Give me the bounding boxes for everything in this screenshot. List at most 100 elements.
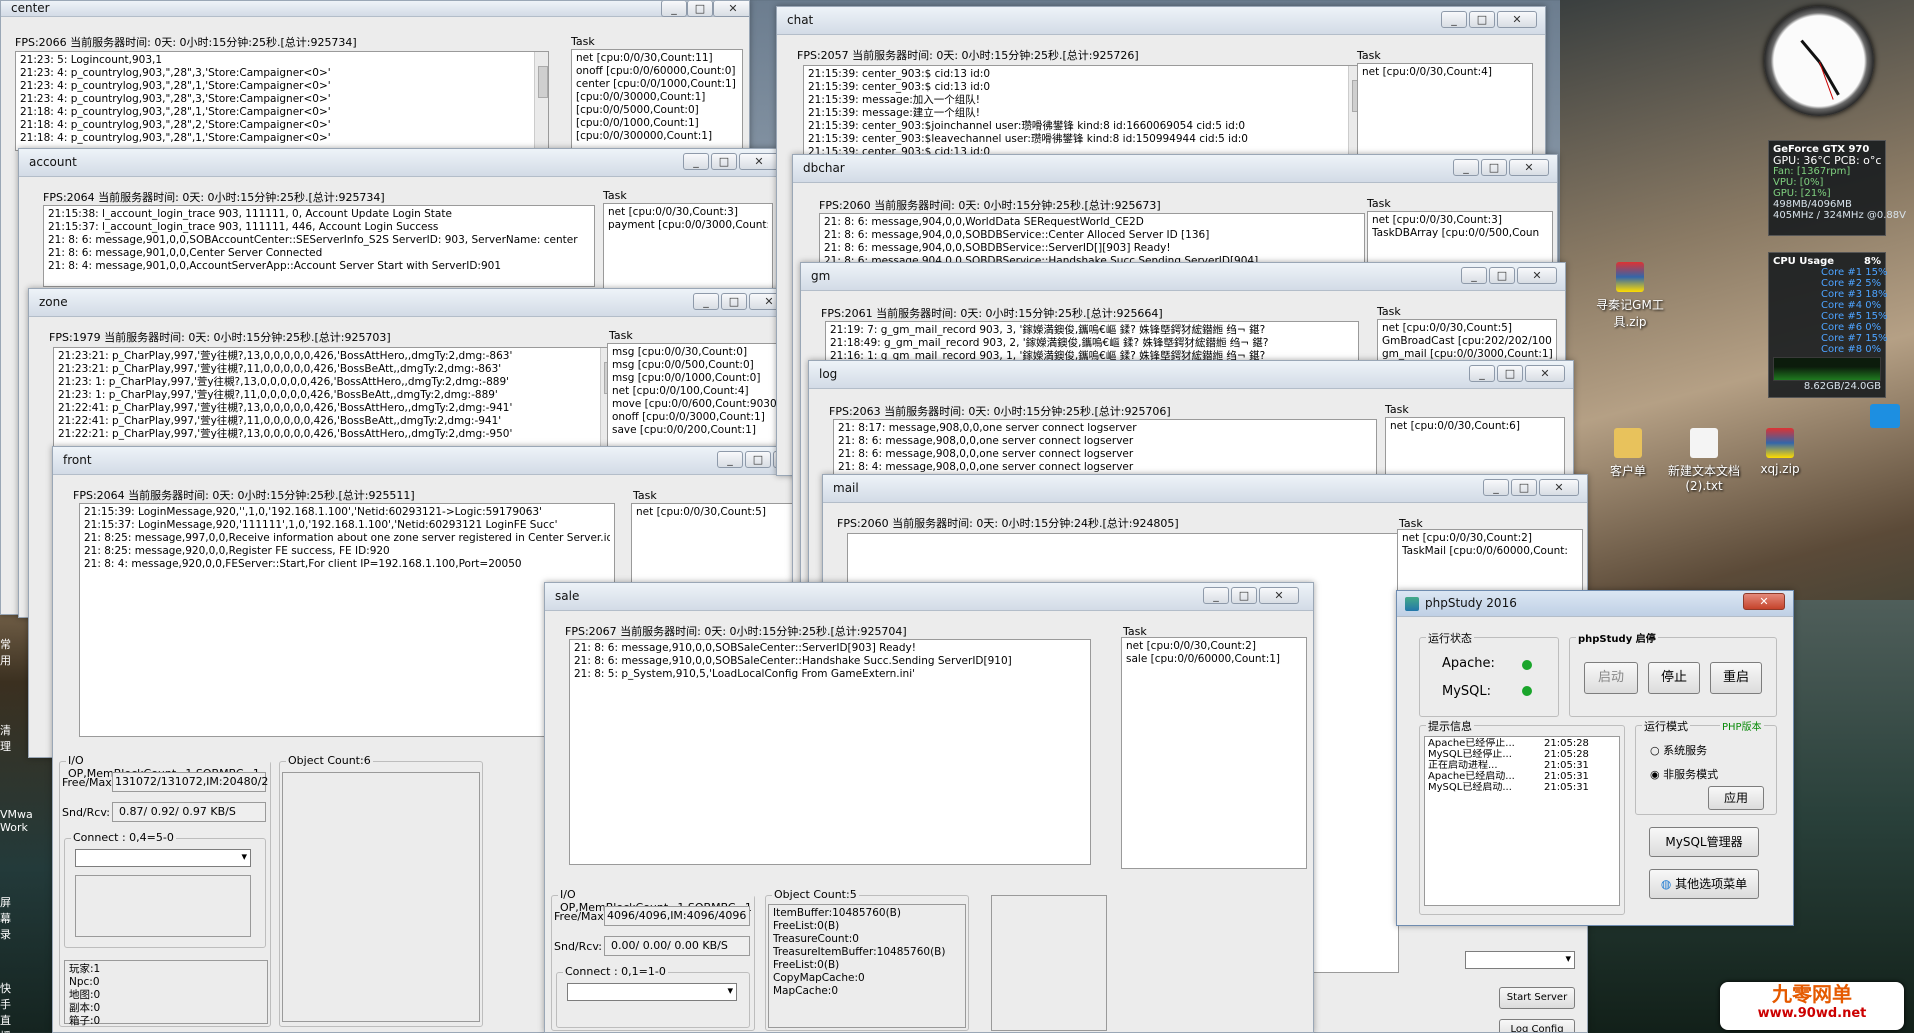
connect-dropdown[interactable]	[75, 849, 251, 867]
close-button[interactable]: ✕	[1525, 365, 1565, 382]
close-button[interactable]: ✕	[713, 1, 749, 17]
object-group: Object Count:6	[279, 754, 483, 1027]
desktop-icon-client[interactable]: 客户单	[1588, 428, 1668, 479]
object-group: Object Count:5 ItemBuffer:10485760(B) Fre…	[765, 888, 969, 1031]
minimize-button[interactable]: _	[1469, 365, 1495, 382]
task-list[interactable]: net [cpu:0/0/30,Count:11] onoff [cpu:0/0/…	[571, 49, 743, 153]
stop-button[interactable]: 停止	[1648, 662, 1700, 694]
hint-list[interactable]: Apache已经停止... 21:05:28 MySQL已经停止... 21:05:2…	[1424, 736, 1620, 906]
object-line: TreasureCount:0	[773, 933, 859, 945]
close-button[interactable]: ✕	[739, 153, 777, 170]
maximize-button[interactable]: □	[711, 153, 737, 170]
task-list[interactable]: net [cpu:0/0/30,Count:4]	[1357, 63, 1533, 159]
maximize-button[interactable]: □	[1497, 365, 1523, 382]
close-button[interactable]: ✕	[1517, 267, 1557, 284]
left-icon-label[interactable]: 屏幕录	[0, 894, 20, 942]
task-list[interactable]: net [cpu:0/0/30,Count:3] TaskDBArray [cpu…	[1367, 211, 1553, 267]
object-list[interactable]: ItemBuffer:10485760(B) FreeList:0(B) Treas…	[768, 904, 966, 1028]
task-list[interactable]: net [cpu:0/0/30,Count:6]	[1385, 417, 1565, 475]
task-line: payment [cpu:0/0/3000,Count:1	[608, 219, 768, 231]
desktop-icon-gmtool[interactable]: 寻秦记GM工具.zip	[1590, 262, 1670, 330]
mode-nonservice-radio[interactable]: ◉ 非服务模式	[1650, 766, 1718, 782]
task-list[interactable]: net [cpu:0/0/30,Count:5] GmBroadCast [cpu…	[1377, 319, 1557, 365]
maximize-button[interactable]: □	[1231, 587, 1257, 604]
minimize-button[interactable]: _	[1441, 11, 1467, 28]
log-list[interactable]: 21:15:39: center_903:$ cid:13 id:0 21:15:…	[803, 65, 1363, 158]
task-line: net [cpu:0/0/30,Count:3]	[1372, 214, 1502, 226]
left-icon-label[interactable]: 清理	[0, 722, 20, 754]
minimize-button[interactable]: _	[661, 1, 687, 17]
maximize-button[interactable]: □	[687, 1, 713, 17]
start-button[interactable]: 启动	[1584, 662, 1638, 694]
mode-system-radio[interactable]: ○ 系统服务	[1650, 742, 1707, 758]
maximize-button[interactable]: □	[1511, 479, 1537, 496]
apply-button[interactable]: 应用	[1708, 786, 1764, 810]
scrollbar[interactable]	[534, 52, 548, 150]
gpu-vpu: VPU: [0%]	[1773, 177, 1824, 188]
log-config-button[interactable]: Log Config	[1499, 1019, 1575, 1032]
minimize-button[interactable]: _	[1483, 479, 1509, 496]
task-lines: net [cpu:0/0/30,Count:5] GmBroadCast [cpu…	[1382, 322, 1552, 361]
desktop-icon-textfile[interactable]: 新建文本文档(2).txt	[1664, 428, 1744, 493]
log-line: 21:22:41: p_CharPlay,997,'萱y往槻?,13,0,0,0…	[58, 402, 513, 414]
fps-status: FPS:1979 当前服务器时间: 0天: 0小时:15分钟:25秒.[总计:9…	[49, 331, 391, 344]
maximize-button[interactable]: □	[1489, 267, 1515, 284]
task-list[interactable]: msg [cpu:0/0/30,Count:0] msg [cpu:0/0/500…	[607, 343, 783, 451]
log-line: 21: 8: 4: message,901,0,0,AccountServerA…	[48, 260, 502, 272]
php-version-link[interactable]: PHP版本	[1720, 718, 1764, 733]
log-list[interactable]: 21: 8: 6: message,910,0,0,SOBSaleCenter:…	[569, 639, 1091, 865]
maximize-button[interactable]: □	[745, 451, 771, 468]
maximize-button[interactable]: □	[1469, 11, 1495, 28]
log-list[interactable]: 21:23:21: p_CharPlay,997,'萱y往槻?,13,0,0,0…	[53, 347, 615, 451]
task-list[interactable]: net [cpu:0/0/30,Count:2] sale [cpu:0/0/60…	[1121, 637, 1307, 869]
task-line: msg [cpu:0/0/30,Count:0]	[612, 346, 748, 358]
stat-line: 玩家:1	[69, 963, 101, 975]
left-icon-label[interactable]: 快手直播伴	[0, 980, 20, 1033]
close-button[interactable]: ✕	[1497, 11, 1537, 28]
left-icon-label[interactable]: VMwa Work	[0, 808, 33, 834]
object-line: FreeList:0(B)	[773, 920, 840, 932]
maximize-button[interactable]: □	[721, 293, 747, 310]
cloud-icon[interactable]	[1870, 404, 1900, 428]
cpu-total: 8%	[1864, 256, 1881, 267]
connect-dropdown[interactable]	[567, 983, 737, 1001]
desktop-icon-xqj[interactable]: xqj.zip	[1740, 428, 1820, 476]
task-line: sale [cpu:0/0/60000,Count:1]	[1126, 653, 1281, 665]
log-line: 21:23: 1: p_CharPlay,997,'萱y往槻?,13,0,0,0…	[58, 376, 510, 388]
minimize-button[interactable]: _	[693, 293, 719, 310]
minimize-button[interactable]: _	[1203, 587, 1229, 604]
log-list[interactable]: 21:19: 7: g_gm_mail_record 903, 3, '鎵嬫満鐭…	[825, 321, 1359, 365]
left-icon-label[interactable]: 常用	[0, 636, 20, 668]
maximize-button[interactable]: □	[1481, 159, 1507, 176]
close-button[interactable]: ✕	[1539, 479, 1579, 496]
fps-status: FPS:2063 当前服务器时间: 0天: 0小时:15分钟:25秒.[总计:9…	[829, 405, 1171, 418]
window-title: front	[63, 453, 92, 467]
zip-icon	[1616, 262, 1644, 292]
mysql-manager-button[interactable]: MySQL管理器	[1649, 827, 1759, 857]
log-list[interactable]: 21: 8: 6: message,904,0,0,WorldData SERe…	[819, 213, 1365, 269]
close-button[interactable]: ✕	[1743, 593, 1785, 610]
other-menu-button[interactable]: ◍ 其他选项菜单	[1649, 869, 1759, 899]
status-label: 运行状态	[1426, 630, 1474, 646]
hint-time: 21:05:31	[1544, 771, 1589, 782]
start-server-button[interactable]: Start Server	[1499, 987, 1575, 1009]
log-list[interactable]: 21:15:38: l_account_login_trace 903, 111…	[43, 205, 595, 287]
object-list[interactable]	[282, 772, 480, 1022]
minimize-button[interactable]: _	[1453, 159, 1479, 176]
titlebar: gm _ □ ✕	[801, 263, 1565, 291]
server-dropdown[interactable]	[1465, 951, 1575, 969]
snd-rcv-value: 0.87/ 0.92/ 0.97 KB/S	[112, 802, 266, 822]
restart-button[interactable]: 重启	[1710, 662, 1762, 694]
log-line: 21: 8: 4: message,920,0,0,FEServer::Star…	[84, 558, 522, 570]
log-lines: 21:23: 5: Logincount,903,1 21:23: 4: p_co…	[20, 54, 544, 145]
close-button[interactable]: ✕	[1509, 159, 1549, 176]
minimize-button[interactable]: _	[1461, 267, 1487, 284]
log-list[interactable]: 21:23: 5: Logincount,903,1 21:23: 4: p_co…	[15, 51, 549, 151]
close-button[interactable]: ✕	[1259, 587, 1299, 604]
minimize-button[interactable]: _	[683, 153, 709, 170]
log-list[interactable]: 21:15:39: LoginMessage,920,'',1,0,'192.1…	[79, 503, 615, 737]
log-list[interactable]: 21: 8:17: message,908,0,0,one server con…	[833, 419, 1377, 475]
task-list[interactable]: net [cpu:0/0/30,Count:3] payment [cpu:0/0…	[603, 203, 773, 289]
minimize-button[interactable]: _	[717, 451, 743, 468]
connect-list[interactable]	[75, 875, 251, 937]
